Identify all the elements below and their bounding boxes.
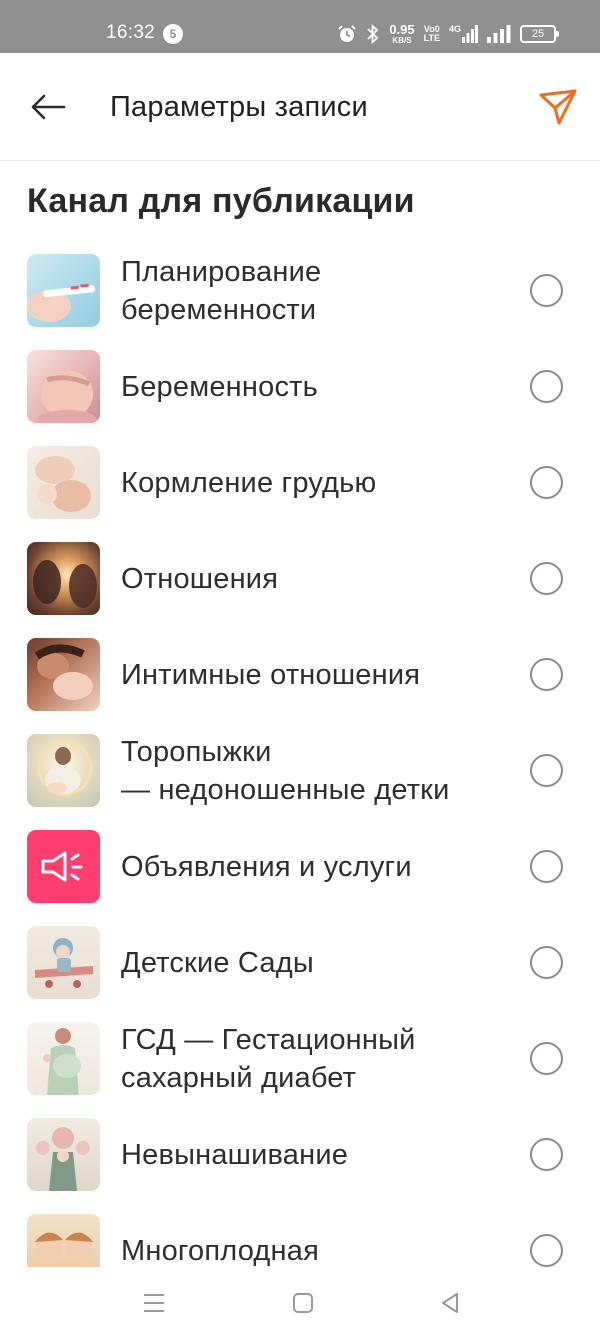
channel-item[interactable]: Невынашивание <box>0 1107 600 1203</box>
bluetooth-icon <box>367 24 379 44</box>
channel-label: Планирование беременности <box>121 256 322 326</box>
pregnancy-test-image <box>27 254 100 327</box>
channel-label: Объявления и услуги <box>121 851 412 883</box>
notification-count-badge: 5 <box>163 24 183 44</box>
alarm-icon <box>338 25 357 42</box>
channel-label: Беременность <box>121 371 318 403</box>
status-bar: 16:32 5 0.95 KB/S Vo0 LTE 4G 25 <box>0 0 600 53</box>
radio-button[interactable] <box>530 370 563 403</box>
intimate-couple-image <box>27 638 100 711</box>
navigation-bar <box>0 1267 600 1339</box>
pregnant-woman-illustration <box>27 1022 100 1095</box>
radio-button[interactable] <box>530 1138 563 1171</box>
recent-apps-button[interactable] <box>138 1289 170 1317</box>
toolbar: Параметры записи <box>0 53 600 161</box>
breastfeeding-image <box>27 446 100 519</box>
channel-item[interactable]: ГСД — Гестационный сахарный диабет <box>0 1011 600 1107</box>
flower-figure-image <box>27 1118 100 1191</box>
radio-button[interactable] <box>530 658 563 691</box>
channel-item[interactable]: Многоплодная <box>0 1203 600 1267</box>
channel-item[interactable]: Кормление грудью <box>0 435 600 531</box>
radio-button[interactable] <box>530 1042 563 1075</box>
channel-item[interactable]: Торопыжки — недоношенные детки <box>0 723 600 819</box>
page-title: Параметры записи <box>110 91 368 123</box>
system-back-button[interactable] <box>434 1289 466 1317</box>
channel-item[interactable]: Детские Сады <box>0 915 600 1011</box>
radio-button[interactable] <box>530 946 563 979</box>
signal-icon <box>487 25 511 43</box>
radio-button[interactable] <box>530 754 563 787</box>
radio-button[interactable] <box>530 274 563 307</box>
channel-label: Многоплодная <box>121 1235 319 1267</box>
radio-button[interactable] <box>530 466 563 499</box>
couple-sunset-image <box>27 542 100 615</box>
signal-4g-icon: 4G <box>449 25 478 43</box>
channel-label: Невынашивание <box>121 1139 349 1171</box>
status-icons: 0.95 KB/S Vo0 LTE 4G 25 <box>337 20 559 48</box>
channel-list[interactable]: Планирование беременности Беременность К… <box>0 243 600 1267</box>
child-airplane-image <box>27 926 100 999</box>
radio-button[interactable] <box>530 562 563 595</box>
back-button[interactable] <box>22 83 74 131</box>
radio-button[interactable] <box>530 1234 563 1267</box>
channel-label: Кормление грудью <box>121 467 377 499</box>
channel-label: ГСД — Гестационный сахарный диабет <box>121 1024 416 1094</box>
channel-label: Детские Сады <box>121 947 314 979</box>
menu-icon <box>144 1294 164 1312</box>
send-icon <box>539 89 577 125</box>
volte-indicator: Vo0 LTE <box>423 24 440 43</box>
channel-item[interactable]: Беременность <box>0 339 600 435</box>
section-title: Канал для публикации <box>27 182 415 220</box>
radio-button[interactable] <box>530 850 563 883</box>
twins-image <box>27 1214 100 1267</box>
channel-label: Торопыжки — недоношенные детки <box>121 736 450 806</box>
home-button[interactable] <box>287 1289 319 1317</box>
arrow-left-icon <box>31 94 66 120</box>
send-button[interactable] <box>534 83 582 131</box>
channel-label: Интимные отношения <box>121 659 421 691</box>
net-speed: 0.95 KB/S <box>389 22 415 45</box>
channel-label: Отношения <box>121 563 279 595</box>
channel-item[interactable]: Планирование беременности <box>0 243 600 339</box>
battery-icon: 25 <box>520 25 559 43</box>
channel-item[interactable]: Объявления и услуги <box>0 819 600 915</box>
home-icon <box>293 1293 313 1313</box>
status-time: 16:32 <box>106 22 156 43</box>
pregnant-belly-image <box>27 350 100 423</box>
megaphone-icon <box>27 830 100 903</box>
channel-item[interactable]: Отношения <box>0 531 600 627</box>
back-triangle-icon <box>442 1293 458 1313</box>
premature-baby-image <box>27 734 100 807</box>
channel-item[interactable]: Интимные отношения <box>0 627 600 723</box>
